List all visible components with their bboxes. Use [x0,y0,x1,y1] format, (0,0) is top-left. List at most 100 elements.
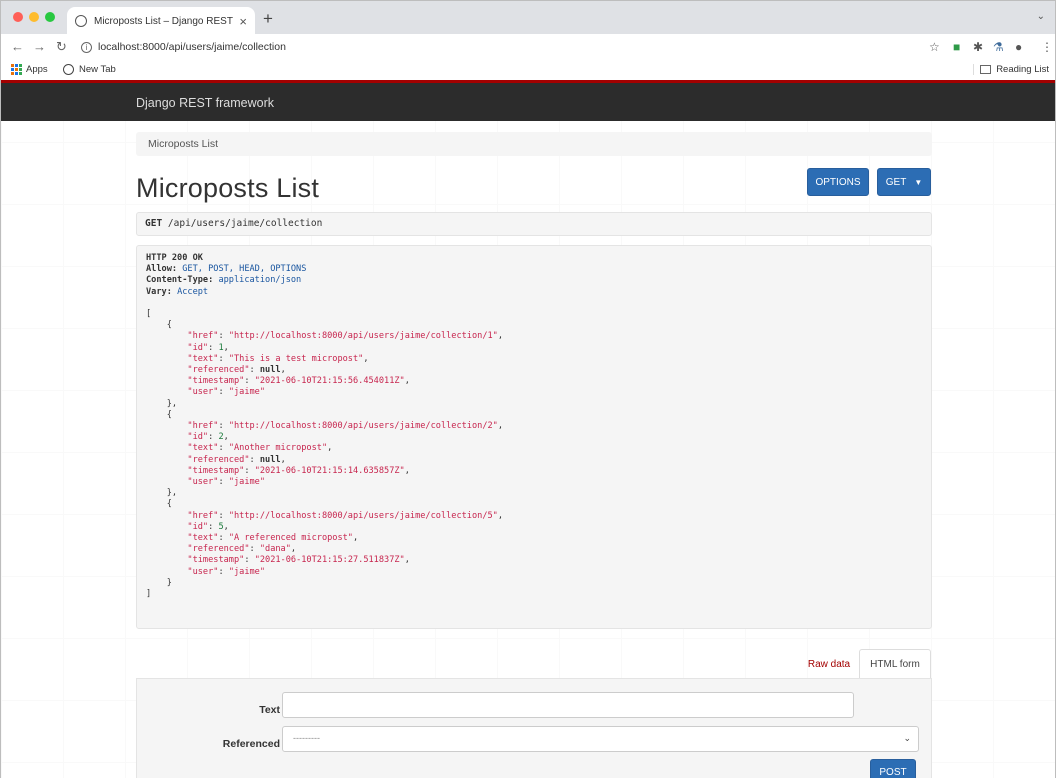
post-button[interactable]: POST [870,759,916,778]
json-key: "href" [187,421,219,432]
request-method: GET [145,218,163,229]
json-key: "referenced" [187,365,250,376]
json-key: "user" [187,566,219,577]
reading-list-label: Reading List [996,64,1049,75]
caret-down-icon[interactable]: ▼ [914,178,922,187]
json-value: null [259,365,281,376]
json-value: "2021-06-10T21:15:14.635857Z" [254,465,405,476]
close-tab-icon[interactable]: × [239,14,247,29]
browser-tab[interactable]: Microposts List – Django REST × [67,7,255,35]
response-header-value: application/json [218,275,302,286]
json-key: "timestamp" [187,555,245,566]
json-key: "href" [187,510,219,521]
bookmark-label: Apps [26,64,48,75]
json-value: "This is a test micropost" [228,353,364,364]
response-header-name: Allow: [146,264,178,275]
get-button[interactable]: GET ▼ [877,168,931,196]
bookmark-new-tab[interactable]: New Tab [63,64,116,75]
referenced-selected-value: --------- [293,733,320,743]
bookmarks-bar: Apps New Tab Reading List [0,60,1056,80]
bookmark-label: New Tab [79,64,116,75]
page-title: Microposts List [136,173,320,203]
tab-title: Microposts List – Django REST [94,15,233,27]
page-viewport: Django REST framework Microposts List Mi… [0,80,1056,778]
response-header-value: GET, POST, HEAD, OPTIONS [182,264,307,275]
response-header-value: Accept [177,286,209,297]
browser-tab-strip: Microposts List – Django REST × + ⌄ [0,0,1056,35]
json-key: "id" [187,432,209,443]
address-bar[interactable]: i localhost:8000/api/users/jaime/collect… [81,37,951,57]
tab-search-chevron-icon[interactable]: ⌄ [1037,11,1045,22]
tab-raw-data[interactable]: Raw data [799,650,859,678]
reload-icon[interactable]: ↻ [56,39,67,55]
response-status: HTTP 200 OK [146,253,203,263]
json-key: "text" [187,443,219,454]
extension-green-icon[interactable]: ■ [953,40,960,54]
json-key: "referenced" [187,544,250,555]
request-info: GET /api/users/jaime/collection [136,212,932,236]
json-value: "2021-06-10T21:15:27.511837Z" [254,555,405,566]
reading-list-icon [980,65,992,74]
json-value: "http://localhost:8000/api/users/jaime/c… [228,331,498,342]
options-button[interactable]: OPTIONS [807,168,869,196]
json-value: "A referenced micropost" [228,533,353,544]
text-input[interactable] [282,692,854,718]
drf-navbar: Django REST framework [1,80,1055,121]
globe-icon [63,64,74,75]
referenced-select[interactable]: --------- ⌄ [282,726,919,752]
breadcrumb-item[interactable]: Microposts List [148,138,218,150]
zoom-window-button[interactable] [45,12,55,22]
breadcrumb: Microposts List [136,132,932,156]
json-key: "text" [187,353,219,364]
reading-list-button[interactable]: Reading List [973,64,1049,75]
json-key: "text" [187,533,219,544]
browser-toolbar: ← → ↻ i localhost:8000/api/users/jaime/c… [0,34,1056,60]
json-key: "referenced" [187,454,250,465]
minimize-window-button[interactable] [29,12,39,22]
json-value: "jaime" [228,566,266,577]
referenced-label: Referenced [222,738,280,750]
back-icon[interactable]: ← [11,39,24,54]
close-window-button[interactable] [13,12,23,22]
content-container: Microposts List Microposts List OPTIONS … [1,121,1055,778]
json-value: 5 [218,521,224,532]
json-key: "timestamp" [187,465,245,476]
response-content: HTTP 200 OK Allow: GET, POST, HEAD, OPTI… [136,245,932,629]
json-key: "user" [187,477,219,488]
apps-grid-icon [11,64,22,75]
json-value: "jaime" [228,387,266,398]
brand-link[interactable]: Django REST framework [136,96,274,110]
json-value: "http://localhost:8000/api/users/jaime/c… [228,510,498,521]
post-form: Text Referenced --------- ⌄ POST [136,678,932,778]
menu-kebab-icon[interactable]: ⋮ [1041,40,1053,54]
json-key: "timestamp" [187,376,245,387]
get-button-label: GET [885,176,907,188]
response-header-name: Vary: [146,286,172,297]
text-label: Text [259,704,280,716]
extensions-puzzle-icon[interactable]: ✱ [973,40,983,54]
json-key: "id" [187,342,209,353]
json-value: 2 [218,432,224,443]
json-value: 1 [218,342,224,353]
chevron-down-icon: ⌄ [903,733,911,743]
json-value: "http://localhost:8000/api/users/jaime/c… [228,421,498,432]
new-tab-button[interactable]: + [263,9,273,29]
json-value: "jaime" [228,477,266,488]
json-key: "user" [187,387,219,398]
tab-html-form[interactable]: HTML form [859,649,931,679]
json-key: "href" [187,331,219,342]
url-text: localhost:8000/api/users/jaime/collectio… [98,41,286,53]
profile-avatar-icon[interactable]: ● [1015,40,1022,54]
json-value: "Another micropost" [228,443,328,454]
bookmark-apps[interactable]: Apps [11,64,48,75]
star-icon[interactable]: ☆ [929,40,940,54]
json-value: "2021-06-10T21:15:56.454011Z" [254,376,405,387]
response-header-name: Content-Type: [146,275,214,286]
lab-flask-icon[interactable]: ⚗ [993,40,1004,54]
request-path: /api/users/jaime/collection [167,218,323,229]
globe-icon [75,15,87,27]
info-icon[interactable]: i [81,41,92,53]
json-value: null [259,454,281,465]
json-key: "id" [187,521,209,532]
forward-icon[interactable]: → [33,39,46,54]
